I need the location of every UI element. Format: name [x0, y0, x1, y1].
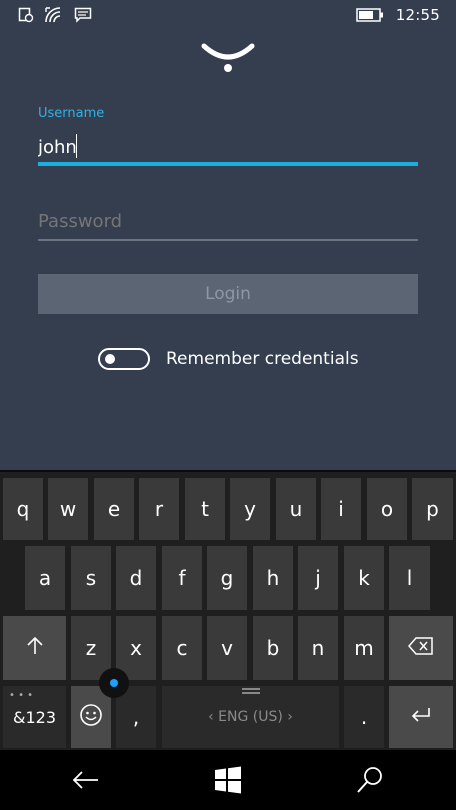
key-n[interactable]: n — [298, 616, 338, 680]
key-p[interactable]: p — [412, 478, 453, 540]
key-s[interactable]: s — [71, 546, 111, 610]
language-left-chevron-icon: ‹ — [208, 709, 219, 725]
emoji-icon — [79, 703, 103, 732]
app-logo-icon — [200, 38, 256, 74]
numbers-key[interactable]: &123 • • • — [3, 686, 66, 748]
key-d[interactable]: d — [116, 546, 156, 610]
key-j[interactable]: j — [298, 546, 338, 610]
message-icon — [74, 7, 92, 23]
key-c[interactable]: c — [162, 616, 202, 680]
wifi-icon — [44, 6, 64, 24]
search-icon[interactable] — [354, 764, 386, 796]
enter-key[interactable] — [389, 686, 453, 748]
remember-credentials-row[interactable]: Remember credentials — [98, 346, 359, 372]
shift-key[interactable] — [3, 616, 66, 680]
password-input[interactable] — [38, 206, 418, 236]
key-t[interactable]: t — [185, 478, 225, 540]
key-i[interactable]: i — [321, 478, 361, 540]
clock: 12:55 — [395, 6, 440, 24]
backspace-key[interactable] — [389, 616, 453, 680]
back-arrow-icon[interactable] — [70, 764, 102, 796]
username-label: Username — [38, 106, 105, 121]
more-dots-icon: • • • — [9, 690, 34, 701]
key-r[interactable]: r — [139, 478, 179, 540]
key-v[interactable]: v — [207, 616, 247, 680]
key-a[interactable]: a — [25, 546, 65, 610]
username-underline — [38, 162, 418, 166]
key-b[interactable]: b — [253, 616, 293, 680]
key-y[interactable]: y — [230, 478, 270, 540]
shift-arrow-icon — [25, 636, 45, 661]
key-f[interactable]: f — [162, 546, 202, 610]
on-screen-keyboard: q w e r t y u i o p a s d f g h j k l z … — [0, 470, 456, 752]
remember-toggle[interactable] — [98, 348, 150, 370]
key-m[interactable]: m — [344, 616, 384, 680]
key-l[interactable]: l — [389, 546, 430, 610]
language-label: ENG (US) — [218, 709, 283, 725]
login-screen: 12:55 Username Login Remember credential… — [0, 0, 456, 470]
numbers-key-label: &123 — [12, 707, 56, 727]
backspace-icon — [408, 636, 434, 660]
cursor-control-button[interactable] — [99, 668, 129, 698]
navigation-bar — [0, 750, 456, 810]
key-o[interactable]: o — [367, 478, 407, 540]
status-bar: 12:55 — [0, 0, 456, 32]
period-key[interactable]: . — [344, 686, 384, 748]
text-caret — [76, 134, 77, 158]
username-input[interactable] — [38, 132, 418, 162]
key-e[interactable]: e — [94, 478, 134, 540]
login-button[interactable]: Login — [38, 274, 418, 314]
key-k[interactable]: k — [344, 546, 384, 610]
spacebar-key[interactable]: ‹ ENG (US) › — [162, 686, 339, 748]
language-right-chevron-icon: › — [282, 709, 293, 725]
windows-start-icon[interactable] — [212, 764, 244, 796]
battery-icon — [356, 8, 384, 22]
key-q[interactable]: q — [3, 478, 43, 540]
toggle-knob — [105, 354, 115, 364]
drag-handle-icon — [242, 688, 260, 694]
key-h[interactable]: h — [253, 546, 293, 610]
key-w[interactable]: w — [48, 478, 88, 540]
notification-setting-icon — [18, 7, 34, 23]
remember-label: Remember credentials — [166, 349, 359, 369]
key-u[interactable]: u — [276, 478, 316, 540]
key-g[interactable]: g — [207, 546, 247, 610]
cursor-dot-icon — [110, 679, 118, 687]
enter-icon — [409, 705, 433, 730]
password-underline — [38, 239, 418, 241]
